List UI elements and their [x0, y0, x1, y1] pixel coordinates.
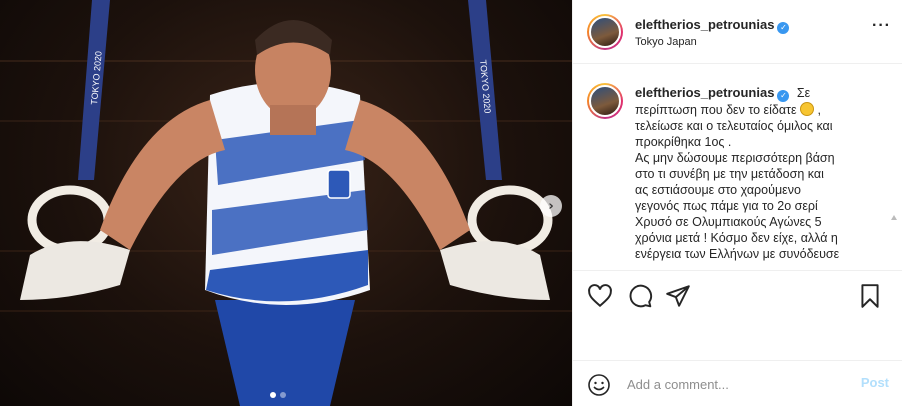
action-bar [573, 270, 902, 360]
caption-line: Ας μην δώσουμε περισσότερη βάση [635, 151, 835, 165]
emoji-face-icon [800, 102, 815, 116]
caption-line: ας εστιάσουμε στο χαρούμενο [635, 183, 801, 197]
username-link[interactable]: eleftherios_petrounias ✓ [635, 17, 790, 34]
post-details-panel: eleftherios_petrounias ✓ Tokyo Japan ··· … [572, 0, 902, 406]
scrollbar[interactable] [891, 215, 897, 270]
post-comment-button[interactable]: Post [861, 375, 889, 390]
caption-line: Σε [796, 86, 811, 100]
caption-area: eleftherios_petrounias ✓ Σε περίπτωση που… [573, 65, 902, 270]
media-dot [280, 392, 286, 398]
caption-line: στο τι συνέβη με την μετάδοση και [635, 167, 824, 181]
caption-line: προκρίθηκα 1ος . [635, 135, 732, 149]
caption-text: eleftherios_petrounias ✓ Σε περίπτωση που… [635, 85, 897, 262]
username-text: eleftherios_petrounias [635, 17, 775, 32]
caption-line: Χρυσό σε Ολυμπιακούς Αγώνες 5 [635, 215, 822, 229]
caption-line: ενέργεια των Ελλήνων με συνόδευσε [635, 247, 840, 261]
location-link[interactable]: Tokyo Japan [635, 36, 697, 48]
share-icon[interactable] [665, 283, 691, 309]
comment-input[interactable] [627, 375, 847, 393]
caption-line: γεγονός πως πάμε για το 2ο σερί [635, 199, 818, 213]
media-dots [270, 392, 286, 398]
caption-username-text: eleftherios_petrounias [635, 85, 775, 100]
smile-icon[interactable] [587, 373, 611, 397]
comment-bar: Post [573, 360, 902, 406]
caption-line: τελείωσε και ο τελευταίος όμιλος και [635, 119, 833, 133]
caption-line: χρόνια μετά ! Κόσμο δεν είχε, αλλά η [635, 231, 838, 245]
caption-username[interactable]: eleftherios_petrounias ✓ [635, 85, 790, 102]
verified-badge-icon: ✓ [777, 90, 790, 102]
comment-icon[interactable] [627, 283, 653, 309]
post-header: eleftherios_petrounias ✓ Tokyo Japan ··· [573, 0, 902, 64]
caption-line: περίπτωση που δεν το είδατε [635, 103, 797, 117]
media-dot [270, 392, 276, 398]
bookmark-icon[interactable] [857, 283, 883, 309]
verified-badge-icon: ✓ [777, 22, 790, 34]
avatar[interactable] [587, 83, 623, 119]
avatar[interactable] [587, 14, 623, 50]
chevron-right-icon[interactable]: › [540, 195, 562, 217]
caption-line: , [817, 103, 822, 117]
more-options-icon[interactable]: ··· [872, 18, 891, 34]
gymnast-image: TOKYO 2020 TOKYO 2020 [0, 0, 572, 406]
heart-icon[interactable] [587, 283, 613, 309]
post-photo[interactable]: TOKYO 2020 TOKYO 2020 › [0, 0, 572, 406]
